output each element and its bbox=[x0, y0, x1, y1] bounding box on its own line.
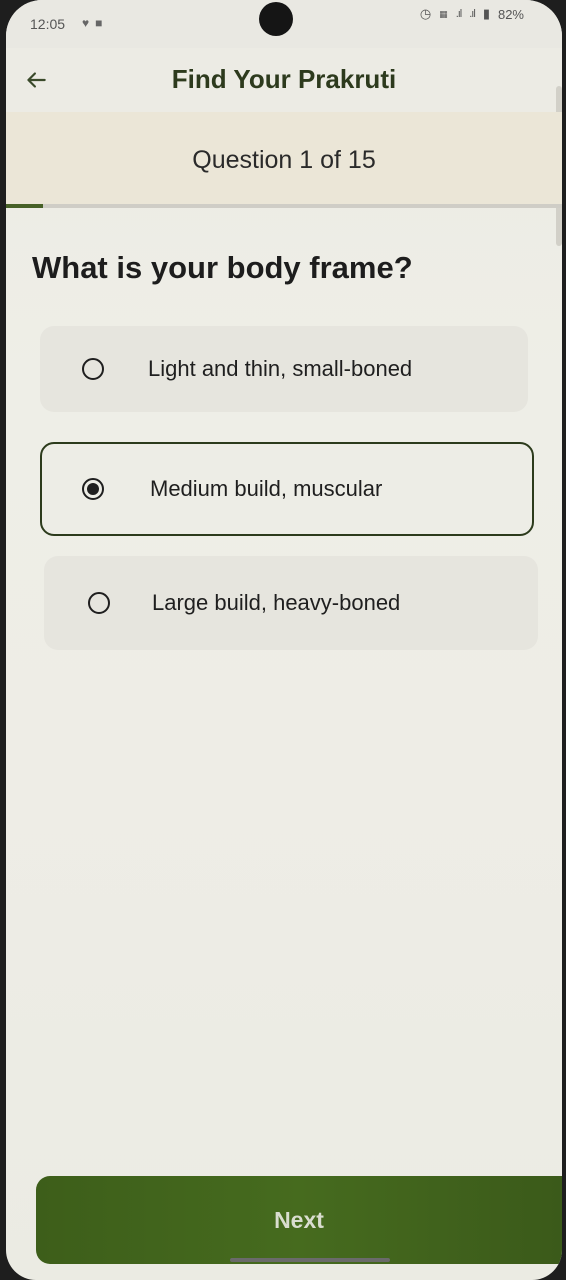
app-bar: Find Your Prakruti bbox=[6, 48, 562, 112]
question-counter: Question 1 of 15 bbox=[192, 146, 376, 174]
option-label: Light and thin, small-boned bbox=[148, 356, 413, 381]
option-label: Medium build, muscular bbox=[150, 476, 383, 501]
page-title: Find Your Prakruti bbox=[171, 64, 397, 94]
notification-icon: ■ bbox=[95, 16, 103, 30]
radio-button-selected[interactable] bbox=[82, 478, 104, 500]
front-camera bbox=[259, 2, 293, 36]
status-time: 12:05 bbox=[30, 16, 66, 32]
status-right-icons: ◷ ▦ .ıl .ıl ▮ 82% bbox=[420, 6, 524, 22]
phone-screen: 12:05 ♥ ■ ◷ ▦ .ıl .ıl ▮ 82% Find Your Pr… bbox=[6, 0, 562, 1280]
question-header: Question 1 of 15 bbox=[6, 112, 562, 204]
home-indicator[interactable] bbox=[230, 1258, 390, 1262]
option-label: Large build, heavy-boned bbox=[152, 590, 401, 615]
shield-icon: ♥ bbox=[82, 16, 90, 30]
volte-icon: ▦ bbox=[439, 8, 448, 19]
next-button[interactable]: Next bbox=[36, 1176, 562, 1264]
radio-button[interactable] bbox=[82, 358, 104, 380]
status-bar: 12:05 ♥ ■ ◷ ▦ .ıl .ıl ▮ 82% bbox=[6, 0, 562, 48]
progress-fill bbox=[6, 204, 44, 208]
battery-percent: 82% bbox=[497, 6, 524, 22]
signal-icon: .ıl bbox=[455, 8, 462, 20]
signal-icon: .ıl bbox=[469, 8, 475, 20]
question-text: What is your body frame? bbox=[32, 250, 413, 285]
alarm-icon: ◷ bbox=[419, 6, 432, 21]
option-medium-muscular[interactable]: Medium build, muscular bbox=[40, 442, 534, 536]
status-left-icons: ♥ ■ bbox=[82, 16, 102, 30]
radio-selected-dot bbox=[87, 483, 99, 495]
battery-icon: ▮ bbox=[482, 6, 490, 21]
radio-button[interactable] bbox=[88, 592, 110, 614]
option-light-thin[interactable]: Light and thin, small-boned bbox=[40, 326, 528, 412]
progress-bar bbox=[6, 204, 562, 208]
option-large-heavy[interactable]: Large build, heavy-boned bbox=[44, 556, 538, 650]
